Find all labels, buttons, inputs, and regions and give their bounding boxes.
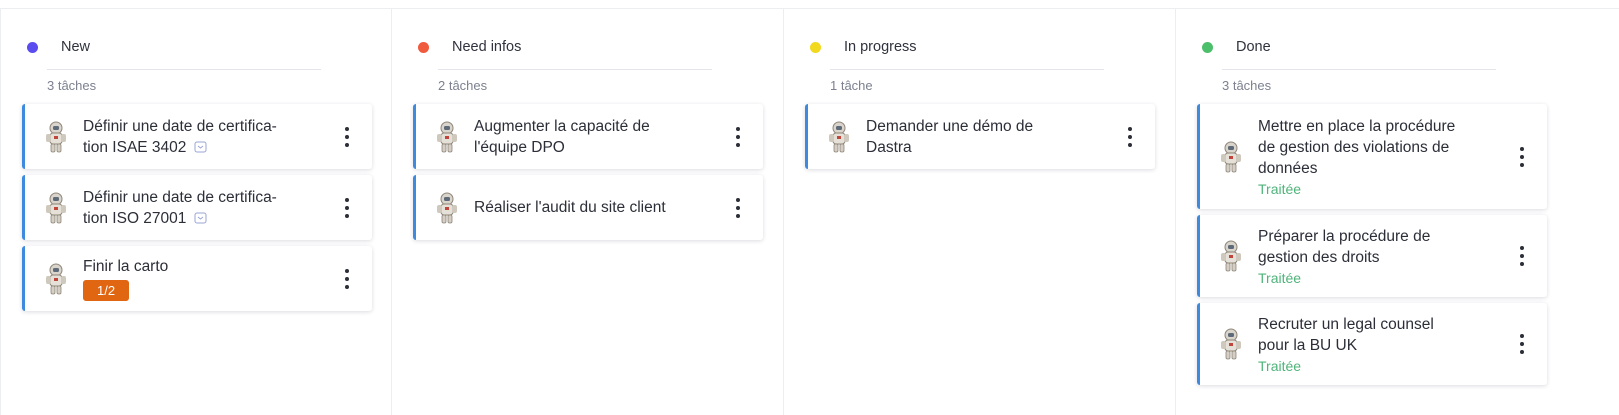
task-card[interactable]: Demander une démo de Dastra <box>805 104 1155 169</box>
column-title: Done <box>1236 39 1271 55</box>
astronaut-avatar-icon <box>46 263 66 294</box>
column-header: New <box>27 39 90 55</box>
status-dot-icon <box>810 41 821 53</box>
card-title: gestion des droits <box>1258 249 1380 266</box>
task-count: 2 tâches <box>438 78 488 93</box>
status-label: Traitée <box>1258 181 1302 197</box>
divider <box>830 69 1104 70</box>
astronaut-avatar-icon <box>1221 141 1241 172</box>
task-card[interactable]: Recruter un legal counsel pour la BU UK … <box>1197 303 1547 385</box>
card-title: Finir la carto <box>83 258 169 275</box>
status-label: Traitée <box>1258 358 1302 374</box>
card-title: Mettre en place la procédure <box>1258 118 1456 135</box>
column-title: New <box>61 39 91 55</box>
task-card[interactable]: Définir une date de certifica- tion ISAE… <box>22 104 372 169</box>
column-header: Done <box>1202 39 1271 55</box>
more-vertical-icon[interactable] <box>1127 126 1133 147</box>
card-title: Recruter un legal counsel <box>1258 316 1434 333</box>
task-count: 3 tâches <box>1222 78 1272 93</box>
card-title: l'équipe DPO <box>474 138 565 156</box>
astronaut-avatar-icon <box>1221 328 1241 360</box>
card-list: Demander une démo de Dastra <box>805 104 1155 175</box>
more-vertical-icon[interactable] <box>735 197 741 218</box>
status-dot-icon <box>1202 41 1213 53</box>
divider <box>438 69 712 70</box>
task-card[interactable]: Préparer la procédure de gestion des dro… <box>1197 215 1547 297</box>
column-need-infos: Need infos 2 tâches Augmenter la capacit… <box>392 9 784 415</box>
card-title: Définir une date de certifica- <box>83 117 277 135</box>
card-title: Augmenter la capacité de <box>474 117 650 135</box>
card-list: Augmenter la capacité de l'équipe DPO Ré… <box>413 104 763 246</box>
card-title: Demander une démo de <box>866 117 1034 135</box>
card-title: tion ISO 27001 <box>83 208 322 229</box>
astronaut-avatar-icon <box>829 121 849 152</box>
more-vertical-icon[interactable] <box>735 126 741 147</box>
card-title: données <box>1258 160 1318 177</box>
kanban-board: New 3 tâches Définir une date de certifi… <box>0 8 1619 415</box>
column-header: In progress <box>810 39 917 55</box>
task-card[interactable]: Finir la carto 1/2 <box>22 246 372 311</box>
card-title: Préparer la procédure de <box>1258 228 1431 245</box>
more-vertical-icon[interactable] <box>1519 146 1525 167</box>
column-title: Need infos <box>452 39 522 55</box>
more-vertical-icon[interactable] <box>1519 334 1525 354</box>
card-title: Réaliser l'audit du site client <box>474 199 666 216</box>
card-title: Dastra <box>866 138 912 156</box>
card-list: Définir une date de certifica- tion ISAE… <box>22 104 372 317</box>
more-vertical-icon[interactable] <box>1519 246 1525 266</box>
card-title: Définir une date de certifica- <box>83 188 277 206</box>
more-vertical-icon[interactable] <box>344 197 350 218</box>
task-count: 1 tâche <box>830 78 873 93</box>
task-count: 3 tâches <box>47 78 97 93</box>
divider <box>1222 69 1496 70</box>
astronaut-avatar-icon <box>1221 240 1241 272</box>
task-card[interactable]: Augmenter la capacité de l'équipe DPO <box>413 104 763 169</box>
card-title: pour la BU UK <box>1258 337 1358 354</box>
astronaut-avatar-icon <box>46 121 66 152</box>
astronaut-avatar-icon <box>46 192 66 223</box>
more-vertical-icon[interactable] <box>344 126 350 147</box>
task-card[interactable]: Réaliser l'audit du site client <box>413 175 763 240</box>
card-title: tion ISAE 3402 <box>83 137 322 158</box>
task-card[interactable]: Définir une date de certifica- tion ISO … <box>22 175 372 240</box>
column-new: New 3 tâches Définir une date de certifi… <box>0 9 392 415</box>
status-label: Traitée <box>1258 270 1302 286</box>
subtask-progress-badge: 1/2 <box>83 280 130 301</box>
link-shield-icon <box>194 141 207 152</box>
divider <box>47 69 321 70</box>
more-vertical-icon[interactable] <box>344 268 350 289</box>
status-dot-icon <box>27 41 38 53</box>
card-list: Mettre en place la procédure de gestion … <box>1197 104 1547 391</box>
astronaut-avatar-icon <box>437 121 457 152</box>
astronaut-avatar-icon <box>437 192 457 223</box>
link-shield-icon <box>194 212 207 223</box>
column-in-progress: In progress 1 tâche Demander une démo de <box>784 9 1176 415</box>
task-card[interactable]: Mettre en place la procédure de gestion … <box>1197 104 1547 209</box>
status-dot-icon <box>418 41 429 53</box>
column-done: Done 3 tâches Mettre en place la procédu… <box>1176 9 1619 415</box>
card-title: de gestion des violations de <box>1258 139 1450 156</box>
column-header: Need infos <box>418 39 521 55</box>
column-title: In progress <box>844 39 917 55</box>
